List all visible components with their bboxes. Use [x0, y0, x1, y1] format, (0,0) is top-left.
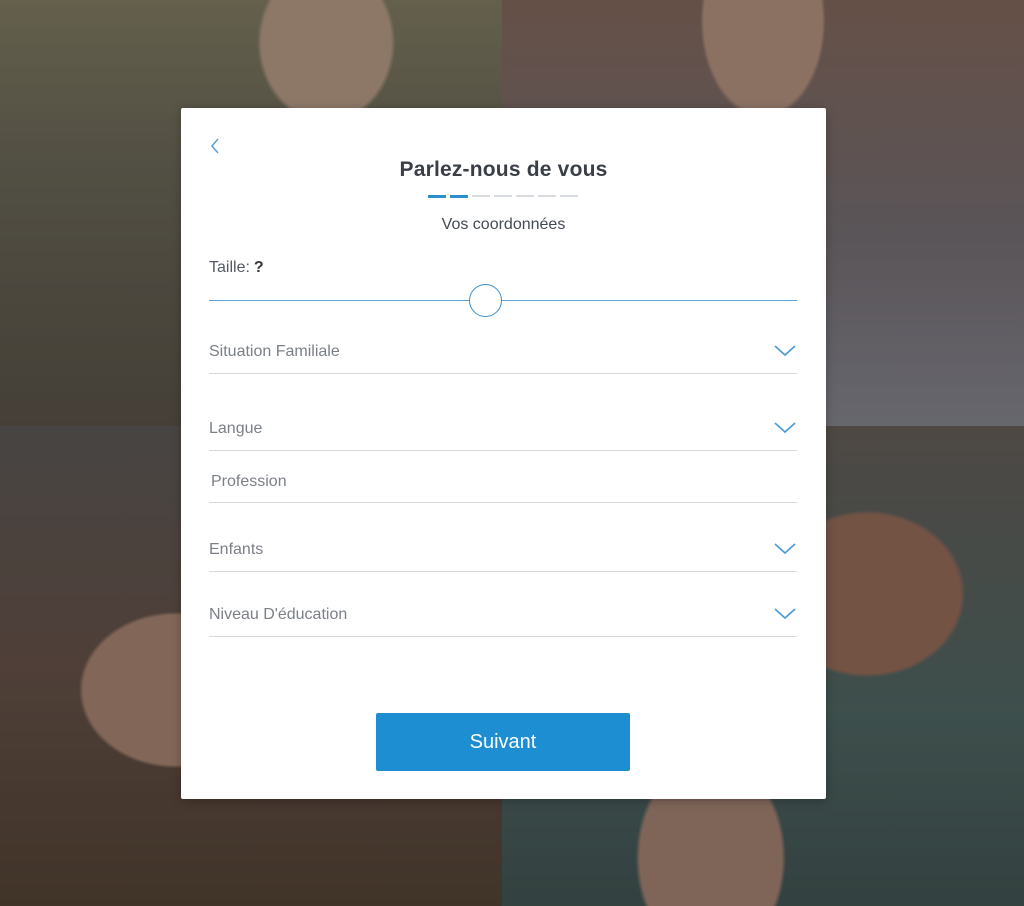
height-slider-thumb[interactable] [468, 284, 502, 317]
progress-step [516, 195, 534, 197]
language-label: Langue [209, 420, 263, 437]
modal-title: Parlez-nous de vous [399, 158, 608, 181]
education-select[interactable]: Niveau D'éducation [209, 597, 797, 637]
progress-step [494, 195, 512, 197]
marital-status-select[interactable]: Situation Familiale [209, 334, 797, 374]
height-slider-track[interactable] [209, 300, 797, 301]
children-select[interactable]: Enfants [209, 532, 797, 572]
height-label: Taille:? [209, 259, 264, 277]
chevron-left-icon [210, 138, 219, 154]
profession-field[interactable] [209, 462, 799, 503]
chevron-down-icon [774, 422, 796, 434]
next-button[interactable]: Suivant [376, 713, 630, 771]
height-label-text: Taille: [209, 259, 250, 276]
progress-step [560, 195, 578, 197]
height-value: ? [253, 259, 264, 276]
chevron-down-icon [774, 345, 796, 357]
children-label: Enfants [209, 541, 264, 558]
progress-step [428, 195, 446, 198]
progress-step [450, 195, 468, 198]
step-progress [428, 195, 578, 198]
marital-status-label: Situation Familiale [209, 343, 340, 360]
profile-modal: Parlez-nous de vous Vos coordonnées Tail… [181, 108, 826, 799]
back-button[interactable] [207, 136, 223, 156]
progress-step [538, 195, 556, 197]
profession-input[interactable] [211, 462, 799, 502]
modal-subtitle: Vos coordonnées [441, 216, 566, 233]
education-label: Niveau D'éducation [209, 606, 348, 623]
progress-step [472, 195, 490, 197]
chevron-down-icon [774, 543, 796, 555]
language-select[interactable]: Langue [209, 411, 797, 451]
chevron-down-icon [774, 608, 796, 620]
